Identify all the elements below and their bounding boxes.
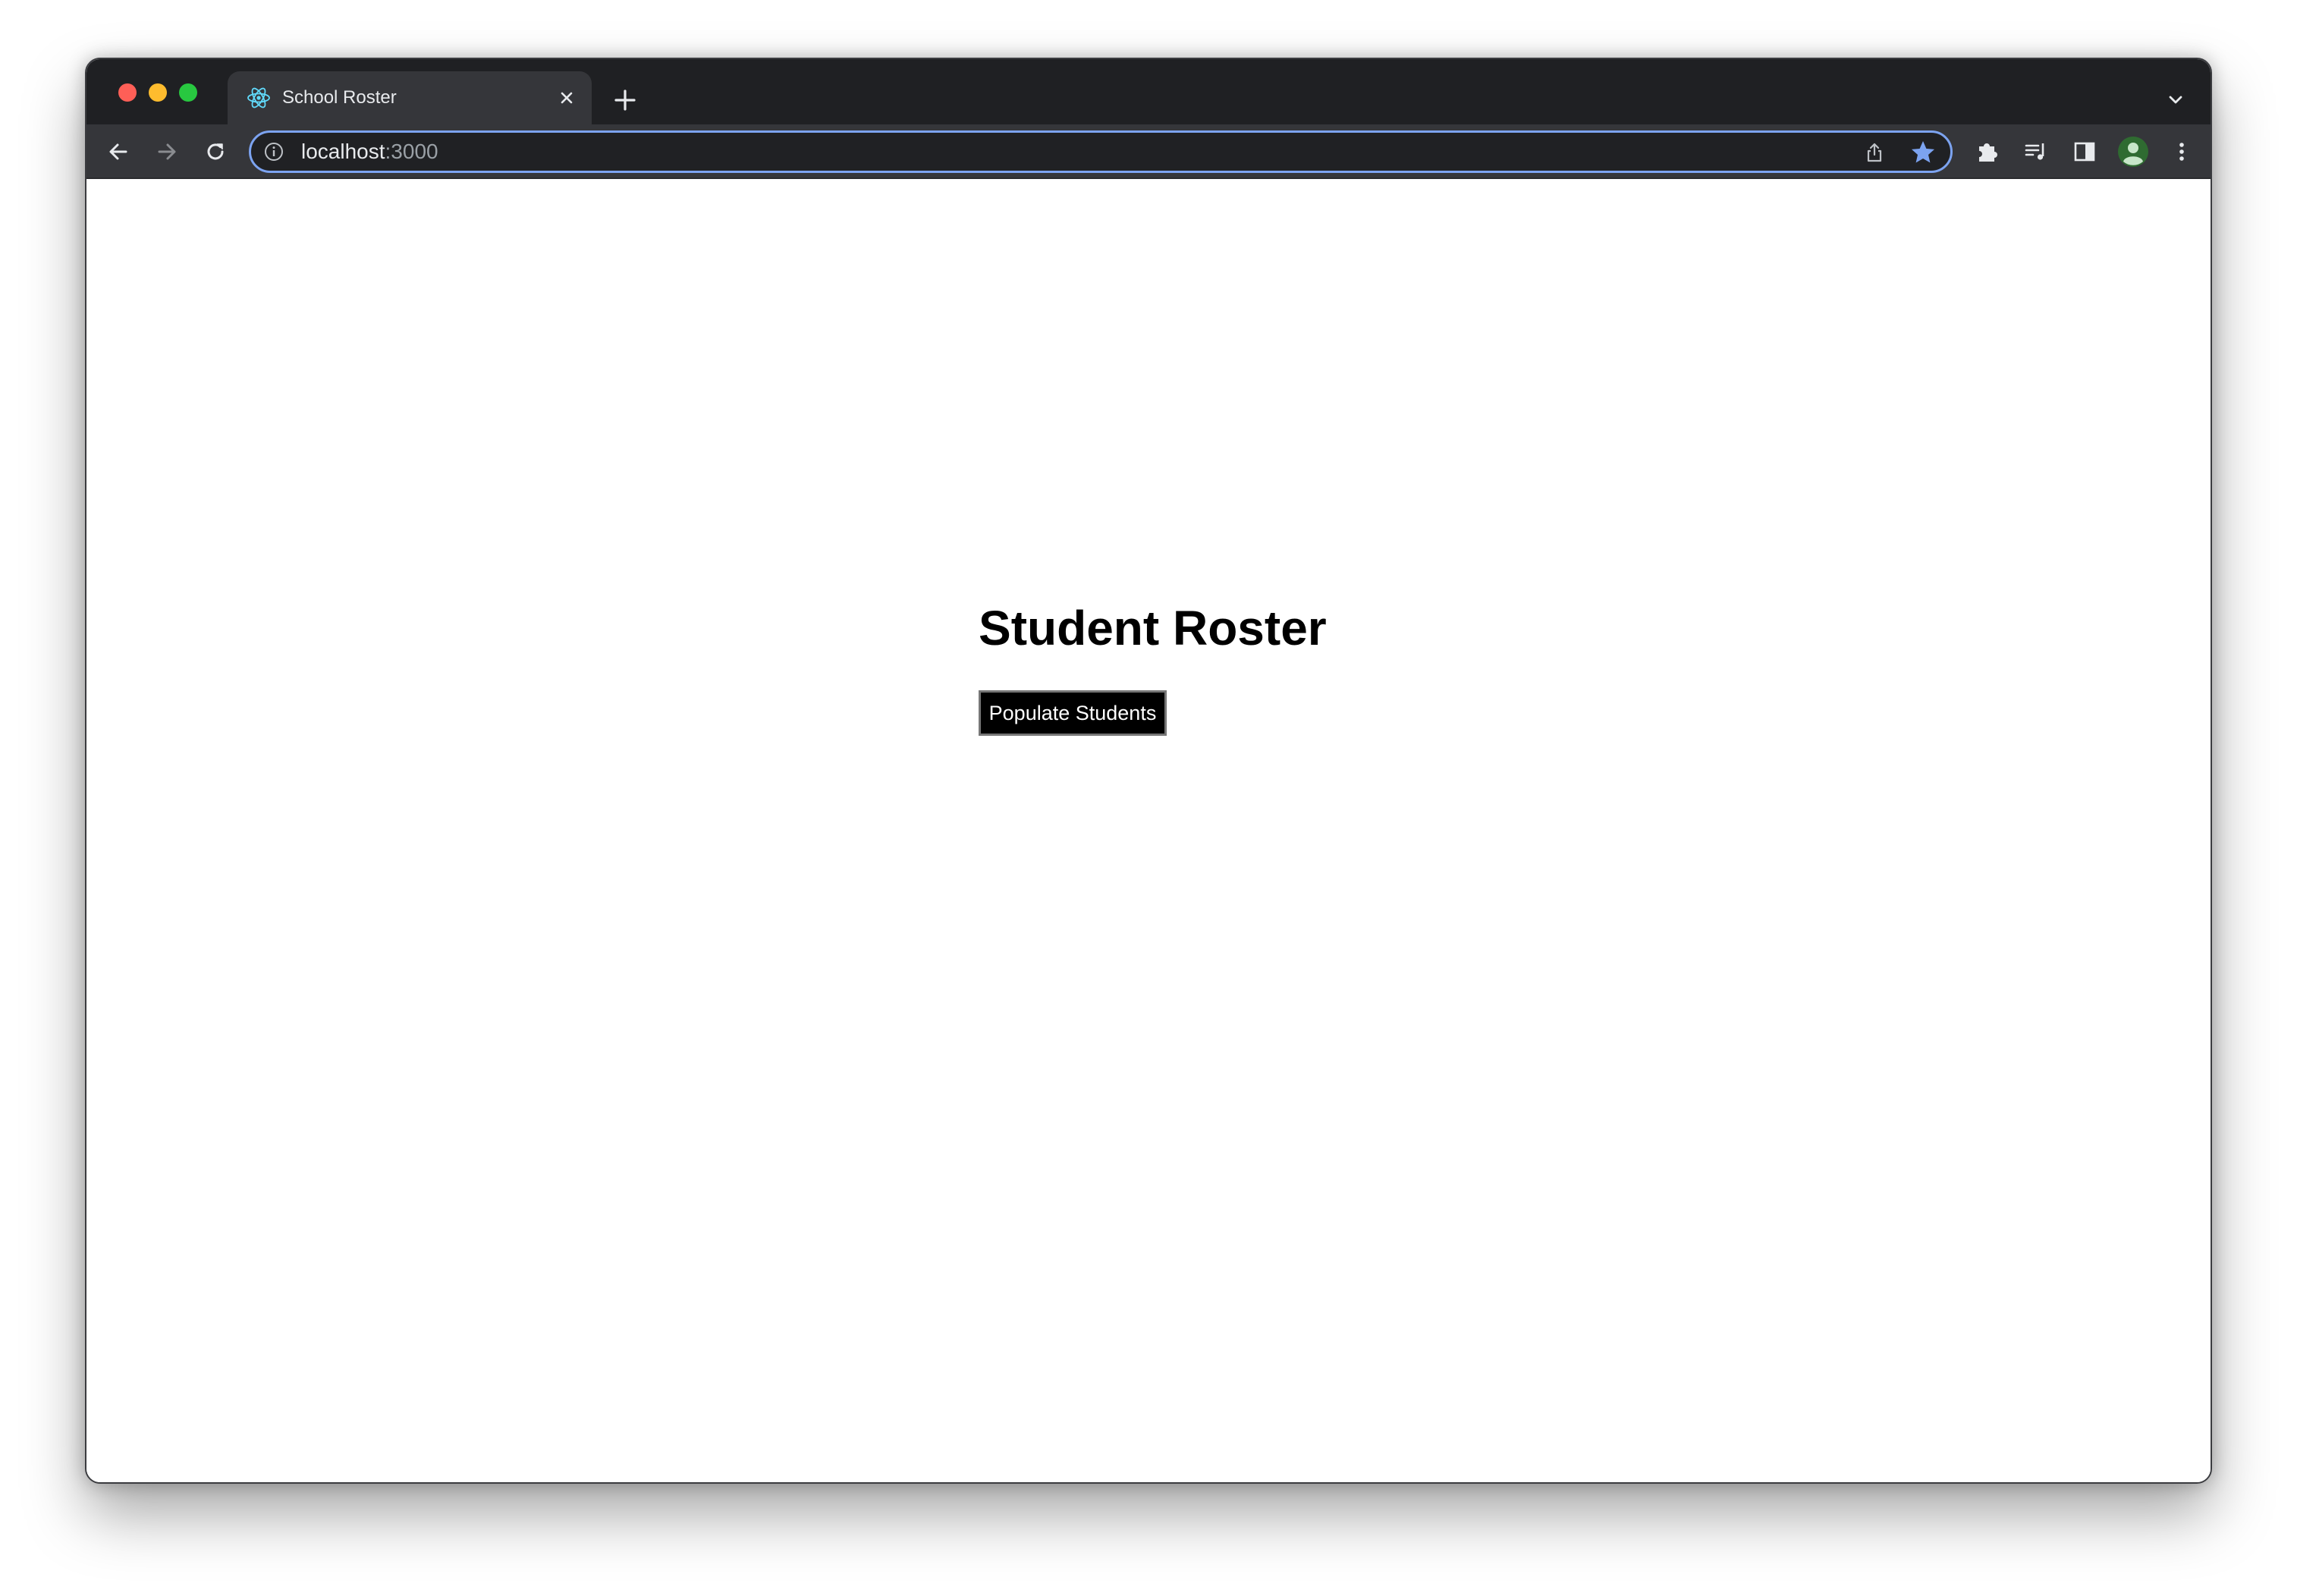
- chevron-down-icon[interactable]: [2163, 88, 2188, 112]
- close-tab-icon[interactable]: [555, 86, 578, 109]
- info-icon[interactable]: [263, 141, 284, 162]
- bookmark-star-icon[interactable]: [1909, 139, 1937, 166]
- page-title: Student Roster: [979, 601, 1327, 655]
- side-panel-icon: [2074, 142, 2095, 162]
- reload-icon: [207, 143, 224, 160]
- tab-school-roster[interactable]: School Roster: [228, 71, 592, 124]
- url-port: :3000: [385, 140, 438, 163]
- forward-button[interactable]: [150, 135, 184, 168]
- react-logo-icon: [247, 87, 270, 108]
- menu-button[interactable]: [2165, 135, 2198, 168]
- back-button[interactable]: [102, 135, 135, 168]
- extensions-button[interactable]: [1971, 135, 2004, 168]
- share-icon[interactable]: [1862, 140, 1887, 165]
- avatar: [2118, 137, 2148, 167]
- profile-button[interactable]: [2116, 135, 2150, 168]
- browser-toolbar: localhost:3000: [86, 124, 2211, 179]
- minimize-window-button[interactable]: [149, 83, 167, 102]
- arrow-right-icon: [158, 143, 176, 160]
- playlist-icon: [2025, 143, 2044, 160]
- url-host: localhost: [301, 140, 385, 163]
- more-vertical-icon: [2179, 143, 2184, 161]
- side-panel-button[interactable]: [2068, 135, 2101, 168]
- media-queue-button[interactable]: [2019, 135, 2053, 168]
- maximize-window-button[interactable]: [179, 83, 197, 102]
- arrow-left-icon: [109, 143, 127, 160]
- puzzle-piece-icon: [1979, 143, 1997, 162]
- new-tab-icon[interactable]: [610, 85, 640, 115]
- tab-title: School Roster: [282, 87, 397, 108]
- address-bar[interactable]: localhost:3000: [249, 130, 1953, 173]
- populate-students-button[interactable]: Populate Students: [979, 690, 1167, 736]
- url-text: localhost:3000: [301, 140, 438, 163]
- tab-strip: School Roster: [86, 59, 2211, 124]
- browser-window: School Roster localhost:3000 Student Ros…: [85, 58, 2212, 1484]
- reload-button[interactable]: [199, 135, 232, 168]
- close-window-button[interactable]: [118, 83, 137, 102]
- page-viewport: Student Roster Populate Students: [86, 181, 2211, 1482]
